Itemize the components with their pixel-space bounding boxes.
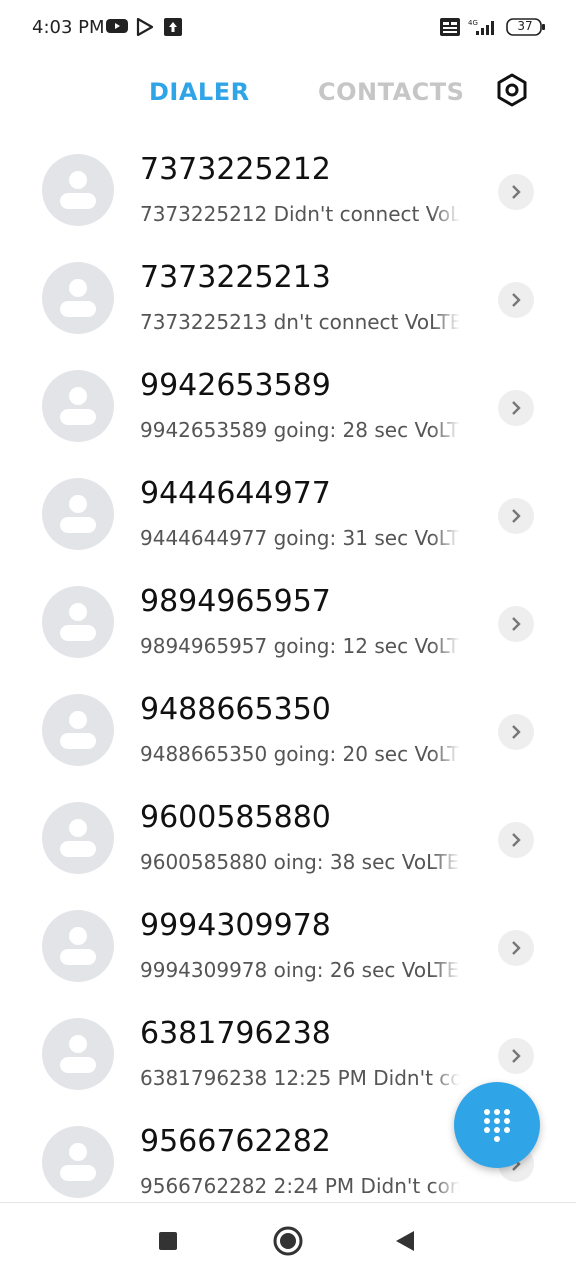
tab-dialer[interactable]: DIALER [149, 78, 250, 106]
call-number: 9600585880 [140, 800, 331, 835]
volte-icon [440, 18, 460, 36]
call-number: 9444644977 [140, 476, 331, 511]
call-number: 7373225213 [140, 260, 331, 295]
call-details-button[interactable] [498, 606, 534, 642]
back-triangle-icon [396, 1231, 414, 1251]
call-detail: 9994309978 oing: 26 sec VoLTE [140, 958, 460, 982]
call-detail-text: 7373225213 dn't connect VoLTE [140, 310, 460, 334]
call-detail: 9600585880 oing: 38 sec VoLTE [140, 850, 460, 874]
call-detail-text: 9994309978 oing: 26 sec VoLTE [140, 958, 460, 982]
call-details-button[interactable] [498, 390, 534, 426]
avatar [42, 154, 114, 226]
avatar [42, 694, 114, 766]
dialpad-icon [484, 1109, 510, 1142]
status-time: 4:03 PM [32, 17, 105, 38]
call-details-button[interactable] [498, 282, 534, 318]
call-log-row[interactable]: 7373225213 7373225213 dn't connect VoLTE [0, 244, 576, 352]
call-detail: 9488665350 going: 20 sec VoLTE [140, 742, 460, 766]
avatar [42, 910, 114, 982]
chevron-right-icon [512, 401, 521, 415]
call-details-button[interactable] [498, 498, 534, 534]
call-detail: 7373225213 dn't connect VoLTE [140, 310, 460, 334]
call-detail-text: 6381796238 12:25 PM Didn't conn [140, 1066, 460, 1090]
call-number: 7373225212 [140, 152, 331, 187]
call-detail: 9894965957 going: 12 sec VoLTE [140, 634, 460, 658]
call-log-row[interactable]: 7373225212 7373225212 Didn't connect VoL… [0, 136, 576, 244]
call-log-row[interactable]: 9894965957 9894965957 going: 12 sec VoLT… [0, 568, 576, 676]
chevron-right-icon [512, 1049, 521, 1063]
chevron-right-icon [512, 617, 521, 631]
call-detail: 7373225212 Didn't connect VoLTE [140, 202, 460, 226]
avatar [42, 586, 114, 658]
chevron-right-icon [512, 509, 521, 523]
settings-hexagon-icon [497, 73, 527, 107]
call-detail-text: 9894965957 going: 12 sec VoLTE [140, 634, 460, 658]
battery-level: 37 [517, 19, 533, 33]
call-log-row[interactable]: 9488665350 9488665350 going: 20 sec VoLT… [0, 676, 576, 784]
dialpad-fab-button[interactable] [454, 1082, 540, 1168]
tab-bar: DIALER CONTACTS [0, 74, 576, 114]
call-detail-text: 9942653589 going: 28 sec VoLT [140, 418, 460, 442]
back-button[interactable] [386, 1221, 426, 1261]
system-nav-bar [0, 1202, 576, 1281]
avatar [42, 1126, 114, 1198]
status-bar: 4:03 PM 4G 37 [0, 0, 576, 56]
chevron-right-icon [512, 293, 521, 307]
avatar [42, 478, 114, 550]
call-detail-text: 9444644977 going: 31 sec VoLTE [140, 526, 460, 550]
play-store-icon [136, 18, 154, 36]
call-detail-text: 9488665350 going: 20 sec VoLTE [140, 742, 460, 766]
call-detail: 6381796238 12:25 PM Didn't conn [140, 1066, 460, 1090]
svg-text:4G: 4G [468, 19, 478, 27]
upload-icon [164, 18, 182, 36]
call-log-row[interactable]: 9600585880 9600585880 oing: 38 sec VoLTE [0, 784, 576, 892]
call-log-row[interactable]: 9444644977 9444644977 going: 31 sec VoLT… [0, 460, 576, 568]
recents-square-icon [159, 1232, 177, 1250]
home-button[interactable] [268, 1221, 308, 1261]
recents-button[interactable] [148, 1221, 188, 1261]
avatar [42, 370, 114, 442]
youtube-icon [106, 19, 128, 33]
call-details-button[interactable] [498, 930, 534, 966]
chevron-right-icon [512, 941, 521, 955]
call-number: 9894965957 [140, 584, 331, 619]
call-details-button[interactable] [498, 174, 534, 210]
call-detail-text: 9600585880 oing: 38 sec VoLTE [140, 850, 460, 874]
call-details-button[interactable] [498, 714, 534, 750]
call-detail: 9444644977 going: 31 sec VoLTE [140, 526, 460, 550]
chevron-right-icon [512, 725, 521, 739]
call-number: 9942653589 [140, 368, 331, 403]
call-number: 9566762282 [140, 1124, 331, 1159]
avatar [42, 262, 114, 334]
call-details-button[interactable] [498, 1038, 534, 1074]
call-detail-text: 9566762282 2:24 PM Didn't conn [140, 1174, 460, 1198]
avatar [42, 1018, 114, 1090]
call-detail-text: 7373225212 Didn't connect VoLTE [140, 202, 460, 226]
call-log-row[interactable]: 9942653589 9942653589 going: 28 sec VoLT [0, 352, 576, 460]
chevron-right-icon [512, 833, 521, 847]
chevron-right-icon [512, 185, 521, 199]
call-detail: 9942653589 going: 28 sec VoLT [140, 418, 460, 442]
call-log-row[interactable]: 9994309978 9994309978 oing: 26 sec VoLTE [0, 892, 576, 1000]
settings-button[interactable] [494, 72, 530, 108]
call-number: 9994309978 [140, 908, 331, 943]
call-number: 9488665350 [140, 692, 331, 727]
tab-contacts[interactable]: CONTACTS [318, 78, 464, 106]
call-detail: 9566762282 2:24 PM Didn't conn [140, 1174, 460, 1198]
avatar [42, 802, 114, 874]
call-number: 6381796238 [140, 1016, 331, 1051]
4g-signal-icon: 4G [468, 19, 494, 35]
home-circle-icon [273, 1226, 303, 1256]
call-details-button[interactable] [498, 822, 534, 858]
